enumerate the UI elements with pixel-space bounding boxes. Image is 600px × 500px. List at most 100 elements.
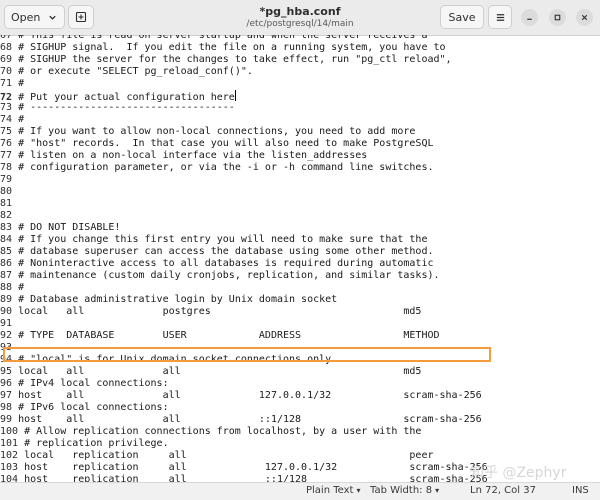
line-number: 87 [0, 270, 13, 281]
code-line[interactable]: 85 # database superuser can access the d… [0, 246, 434, 258]
code-line[interactable]: 68 # SIGHUP signal. If you edit the file… [0, 42, 446, 54]
code-line[interactable]: 84 # If you change this first entry you … [0, 234, 427, 246]
line-number: 104 [0, 474, 19, 482]
text-cursor [234, 90, 236, 101]
code-line[interactable]: 78 # configuration parameter, or via the… [0, 162, 434, 174]
code-line[interactable]: 87 # maintenance (custom daily cronjobs,… [0, 270, 440, 282]
new-tab-button[interactable] [68, 5, 94, 29]
code-line[interactable]: 75 # If you want to allow non-local conn… [0, 126, 415, 138]
insert-mode-indicator[interactable]: INS [572, 485, 589, 496]
language-selector[interactable]: Plain Text ▾ [306, 485, 360, 496]
line-number: 86 [0, 258, 13, 269]
language-label: Plain Text [306, 485, 354, 496]
chevron-down-icon: ▾ [435, 486, 440, 495]
line-number: 95 [0, 366, 13, 377]
line-number: 81 [0, 198, 13, 209]
code-line[interactable]: 98 # IPv6 local connections: [0, 402, 169, 414]
new-tab-icon [75, 11, 87, 23]
insert-mode-label: INS [572, 485, 589, 496]
line-number: 89 [0, 294, 13, 305]
code-line[interactable]: 89 # Database administrative login by Un… [0, 294, 337, 306]
line-text: # configuration parameter, or via the -i… [18, 162, 434, 173]
line-text: host replication all ::1/128 scram-sha-2… [24, 474, 488, 482]
cursor-position-label: Ln 72, Col 37 [470, 485, 536, 496]
open-button[interactable]: Open [4, 5, 65, 29]
code-line[interactable]: 99 host all all ::1/128 scram-sha-256 [0, 414, 482, 426]
text-editor-window: Open *pg_hba.conf /etc/postgresql/14/mai… [0, 0, 600, 500]
chevron-down-icon: ▾ [356, 486, 361, 495]
code-line[interactable]: 95 local all all md5 [0, 366, 421, 378]
line-text: # IPv6 local connections: [18, 402, 169, 413]
line-number: 79 [0, 174, 13, 185]
line-number: 91 [0, 318, 13, 329]
line-number: 67 [0, 35, 13, 41]
line-text: host all all ::1/128 scram-sha-256 [18, 414, 482, 425]
code-line[interactable]: 97 host all all 127.0.0.1/32 scram-sha-2… [0, 390, 482, 402]
code-line[interactable]: 86 # Noninteractive access to all databa… [0, 258, 434, 270]
highlight-annotation-box [3, 347, 491, 362]
line-number: 83 [0, 222, 13, 233]
watermark-text: 知乎 @Zephyr [470, 465, 567, 481]
line-number: 101 [0, 438, 19, 449]
code-line[interactable]: 82 [0, 210, 18, 222]
cursor-position[interactable]: Ln 72, Col 37 [470, 485, 536, 496]
line-text: # listen on a non-local interface via th… [18, 150, 368, 161]
line-text: # DO NOT DISABLE! [18, 222, 121, 233]
code-line[interactable]: 100 # Allow replication connections from… [0, 426, 421, 438]
line-text: host all all 127.0.0.1/32 scram-sha-256 [18, 390, 482, 401]
save-button[interactable]: Save [440, 5, 484, 29]
line-number: 85 [0, 246, 13, 257]
code-line[interactable]: 73 # ---------------------------------- [0, 102, 235, 114]
line-text: # [18, 114, 25, 125]
line-text: # SIGHUP the server for the changes to t… [18, 54, 452, 65]
line-text: # This file is read on server startup an… [18, 35, 428, 41]
line-number: 74 [0, 114, 13, 125]
line-number: 98 [0, 402, 13, 413]
code-line[interactable]: 79 [0, 174, 18, 186]
code-line[interactable]: 83 # DO NOT DISABLE! [0, 222, 120, 234]
code-line[interactable]: 104 host replication all ::1/128 scram-s… [0, 474, 488, 482]
code-line[interactable]: 88 # [0, 282, 24, 294]
code-line[interactable]: 96 # IPv4 local connections: [0, 378, 169, 390]
line-number: 100 [0, 426, 19, 437]
code-line[interactable]: 101 # replication privilege. [0, 438, 169, 450]
text-editor-area[interactable]: 67 # This file is read on server startup… [0, 35, 600, 482]
code-line[interactable]: 92 # TYPE DATABASE USER ADDRESS METHOD [0, 330, 440, 342]
code-line[interactable]: 81 [0, 198, 18, 210]
code-line[interactable]: 69 # SIGHUP the server for the changes t… [0, 54, 452, 66]
line-number: 88 [0, 282, 13, 293]
close-icon [581, 14, 588, 21]
code-line[interactable]: 90 local all postgres md5 [0, 306, 421, 318]
maximize-button[interactable] [549, 9, 566, 26]
code-line[interactable]: 72 # Put your actual configuration here [0, 90, 236, 103]
code-line[interactable]: 91 [0, 318, 18, 330]
main-menu-button[interactable] [488, 5, 512, 29]
close-button[interactable] [576, 9, 593, 26]
line-text: # Database administrative login by Unix … [18, 294, 338, 305]
line-text: local all all md5 [18, 366, 422, 377]
line-text: # [18, 78, 25, 89]
code-line[interactable]: 70 # or execute "SELECT pg_reload_conf()… [0, 66, 253, 78]
code-line[interactable]: 67 # This file is read on server startup… [0, 35, 427, 42]
line-text: host replication all 127.0.0.1/32 scram-… [24, 462, 488, 473]
line-number: 80 [0, 186, 13, 197]
line-text: local replication all peer [24, 450, 434, 461]
line-text: # Noninteractive access to all databases… [18, 258, 434, 269]
code-line[interactable]: 102 local replication all peer [0, 450, 434, 462]
code-line[interactable]: 80 [0, 186, 18, 198]
code-line[interactable]: 77 # listen on a non-local interface via… [0, 150, 367, 162]
code-line[interactable]: 76 # "host" records. In that case you wi… [0, 138, 434, 150]
code-line[interactable]: 71 # [0, 78, 24, 90]
chevron-down-icon [49, 15, 57, 20]
line-text: # ---------------------------------- [18, 102, 235, 113]
line-number: 75 [0, 126, 13, 137]
minimize-button[interactable] [521, 9, 538, 26]
line-text: local all postgres md5 [18, 306, 422, 317]
open-button-label: Open [11, 10, 41, 24]
code-line[interactable]: 103 host replication all 127.0.0.1/32 sc… [0, 462, 488, 474]
status-bar: Plain Text ▾ Tab Width: 8 ▾ Ln 72, Col 3… [0, 482, 600, 500]
tab-width-selector[interactable]: Tab Width: 8 ▾ [370, 485, 439, 496]
code-line[interactable]: 74 # [0, 114, 24, 126]
tab-width-label: Tab Width: 8 [370, 485, 433, 496]
line-text: # replication privilege. [24, 438, 169, 449]
